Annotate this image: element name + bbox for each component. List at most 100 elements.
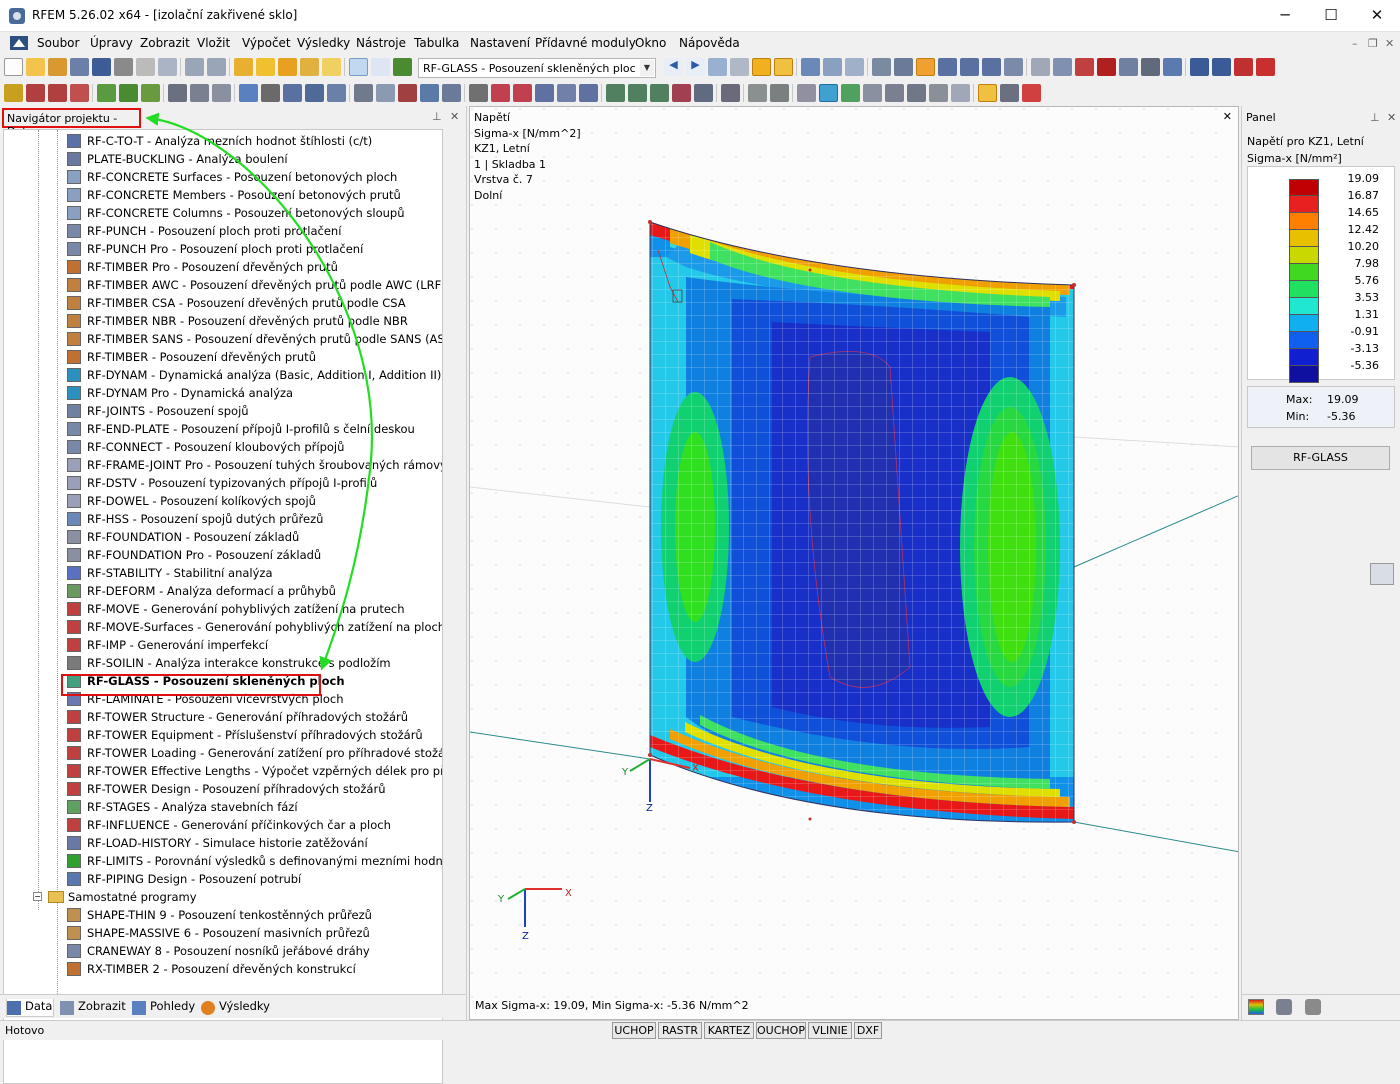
align-icon[interactable] — [354, 84, 373, 102]
model-canvas[interactable]: Z X Y Z X Y — [470, 107, 1239, 1020]
divide-icon[interactable] — [420, 84, 439, 102]
rotate-icon[interactable] — [1053, 58, 1072, 76]
animation-icon[interactable] — [823, 58, 842, 76]
deformation-icon[interactable] — [801, 58, 820, 76]
search-model-icon[interactable] — [256, 58, 275, 76]
rectangle-icon[interactable] — [770, 84, 789, 102]
document-icon[interactable] — [10, 36, 28, 50]
menu-okno[interactable]: Okno — [635, 36, 666, 50]
edit-pencil-icon[interactable] — [234, 58, 253, 76]
solid-icon[interactable] — [119, 84, 138, 102]
tree-item-module[interactable]: RF-TOWER Design - Posouzení příhradových… — [4, 780, 442, 798]
view-minus-z-icon[interactable] — [1004, 58, 1023, 76]
new-file-icon[interactable] — [4, 58, 23, 76]
tree-item-module[interactable]: RF-IMP - Generování imperfekcí — [4, 636, 442, 654]
values-icon[interactable] — [730, 58, 749, 76]
menu-soubor[interactable]: Soubor — [37, 36, 79, 50]
tree-item-module[interactable]: RF-CONCRETE Columns - Posouzení betonový… — [4, 204, 442, 222]
cross-check-icon[interactable] — [513, 84, 532, 102]
undo-icon[interactable] — [185, 58, 204, 76]
layout-icon[interactable] — [907, 84, 926, 102]
object-snap-button[interactable]: OUCHOP — [756, 1022, 806, 1039]
tools-icon[interactable] — [469, 84, 488, 102]
menu-nastaveni[interactable]: Nastavení — [470, 36, 530, 50]
connect-icon[interactable] — [398, 84, 417, 102]
support-icon[interactable] — [70, 84, 89, 102]
tree-item-module[interactable]: RF-HSS - Posouzení spojů dutých průřezů — [4, 510, 442, 528]
tree-item-module[interactable]: RF-PUNCH Pro - Posouzení ploch proti pro… — [4, 240, 442, 258]
tree-item-module[interactable]: RF-CONNECT - Posouzení kloubových přípoj… — [4, 438, 442, 456]
tree-item-module[interactable]: RF-TOWER Effective Lengths - Výpočet vzp… — [4, 762, 442, 780]
view-z-icon[interactable] — [982, 58, 1001, 76]
printout-report-icon[interactable] — [136, 58, 155, 76]
axis-z-icon[interactable] — [650, 84, 669, 102]
check-icon[interactable] — [491, 84, 510, 102]
model-check-icon[interactable] — [535, 84, 554, 102]
menu-tabulka[interactable]: Tabulka — [414, 36, 459, 50]
tree-item-module[interactable]: RF-DEFORM - Analýza deformací a průhybů — [4, 582, 442, 600]
render-mode-icon[interactable] — [819, 84, 838, 102]
mdi-restore-button[interactable]: ❐ — [1368, 37, 1378, 50]
print-icon[interactable] — [114, 58, 133, 76]
comment-icon[interactable] — [212, 84, 231, 102]
tree-item-module[interactable]: RF-FOUNDATION - Posouzení základů — [4, 528, 442, 546]
axis-x-icon[interactable] — [606, 84, 625, 102]
menu-napoveda[interactable]: Nápověda — [679, 36, 740, 50]
panel-pin-icon[interactable]: ⊥ — [1370, 111, 1380, 124]
axis-y-icon[interactable] — [628, 84, 647, 102]
menu-vysledky[interactable]: Výsledky — [297, 36, 350, 50]
options-icon[interactable] — [1000, 84, 1019, 102]
panel-close-icon[interactable]: ✕ — [1387, 111, 1396, 124]
surface-icon[interactable] — [97, 84, 116, 102]
display-settings-icon[interactable] — [708, 58, 727, 76]
close-button[interactable]: ✕ — [1354, 0, 1400, 32]
tree-item-module[interactable]: RF-TIMBER SANS - Posouzení dřevěných pru… — [4, 330, 442, 348]
tree-item-module[interactable]: RF-SOILIN - Analýza interakce konstrukce… — [4, 654, 442, 672]
export-icon[interactable] — [1212, 58, 1231, 76]
warning-icon[interactable] — [1075, 58, 1094, 76]
tree-item-module[interactable]: RF-DOWEL - Posouzení kolíkových spojů — [4, 492, 442, 510]
guidelines-button[interactable]: VLINIE — [808, 1022, 852, 1039]
menu-vlozit[interactable]: Vložit — [197, 36, 230, 50]
table-icon[interactable] — [929, 84, 948, 102]
cartesian-button[interactable]: KARTEZ — [704, 1022, 754, 1039]
mdi-close-button[interactable]: ✕ — [1385, 37, 1394, 50]
navigator-close-icon[interactable]: ✕ — [450, 110, 459, 123]
result-values-icon[interactable] — [774, 58, 793, 76]
save-icon[interactable] — [92, 58, 111, 76]
tree-item-module[interactable]: RF-TIMBER Pro - Posouzení dřevěných prut… — [4, 258, 442, 276]
tab-pohledy[interactable]: Pohledy — [132, 999, 195, 1017]
sections-icon[interactable] — [845, 58, 864, 76]
tree-item-module[interactable]: RF-TIMBER - Posouzení dřevěných prutů — [4, 348, 442, 366]
tree-item-module[interactable]: RF-LIMITS - Porovnání výsledků s definov… — [4, 852, 442, 870]
guide-line-icon[interactable] — [190, 84, 209, 102]
polyline-icon[interactable] — [748, 84, 767, 102]
cube-icon[interactable] — [721, 84, 740, 102]
tree-item-module[interactable]: RF-DSTV - Posouzení typizovaných přípojů… — [4, 474, 442, 492]
redo-icon[interactable] — [207, 58, 226, 76]
tree-item-module[interactable]: RF-MOVE-Surfaces - Generování pohyblivýc… — [4, 618, 442, 636]
color-legend[interactable]: 19.09 16.87 14.65 12.42 10.20 7.98 5.76 3.53 1.3… — [1247, 166, 1395, 383]
view-x-icon[interactable] — [938, 58, 957, 76]
tree-item-program[interactable]: RX-TIMBER 2 - Posouzení dřevěných konstr… — [4, 960, 442, 978]
tree-item-module[interactable]: RF-TIMBER AWC - Posouzení dřevěných prut… — [4, 276, 442, 294]
camera-icon[interactable] — [1141, 58, 1160, 76]
color-icon[interactable] — [327, 84, 346, 102]
tab-vysledky[interactable]: Výsledky — [201, 999, 270, 1017]
menu-upravy[interactable]: Úpravy — [90, 36, 133, 50]
tree-item-program[interactable]: CRANEWAY 8 - Posouzení nosníků jeřábové … — [4, 942, 442, 960]
model-view[interactable]: Z X Y Z X Y Napětí Sigma-x [N/mm^2] KZ1,… — [469, 106, 1239, 1020]
filter-tab-icon[interactable] — [1305, 999, 1321, 1015]
minimize-button[interactable]: ─ — [1262, 0, 1308, 32]
mdi-minimize-button[interactable]: – — [1352, 37, 1358, 50]
line-icon[interactable] — [26, 84, 45, 102]
table-toggle-icon[interactable] — [371, 58, 390, 76]
snap-button[interactable]: UCHOP — [612, 1022, 656, 1039]
dimension-x-icon[interactable] — [672, 84, 691, 102]
magnifier-icon[interactable] — [1370, 563, 1394, 585]
settings-icon[interactable] — [1163, 58, 1182, 76]
open-folder-icon[interactable] — [26, 58, 45, 76]
move-copy-icon[interactable] — [376, 84, 395, 102]
mesh-icon[interactable] — [872, 58, 891, 76]
display-icon[interactable] — [239, 84, 258, 102]
